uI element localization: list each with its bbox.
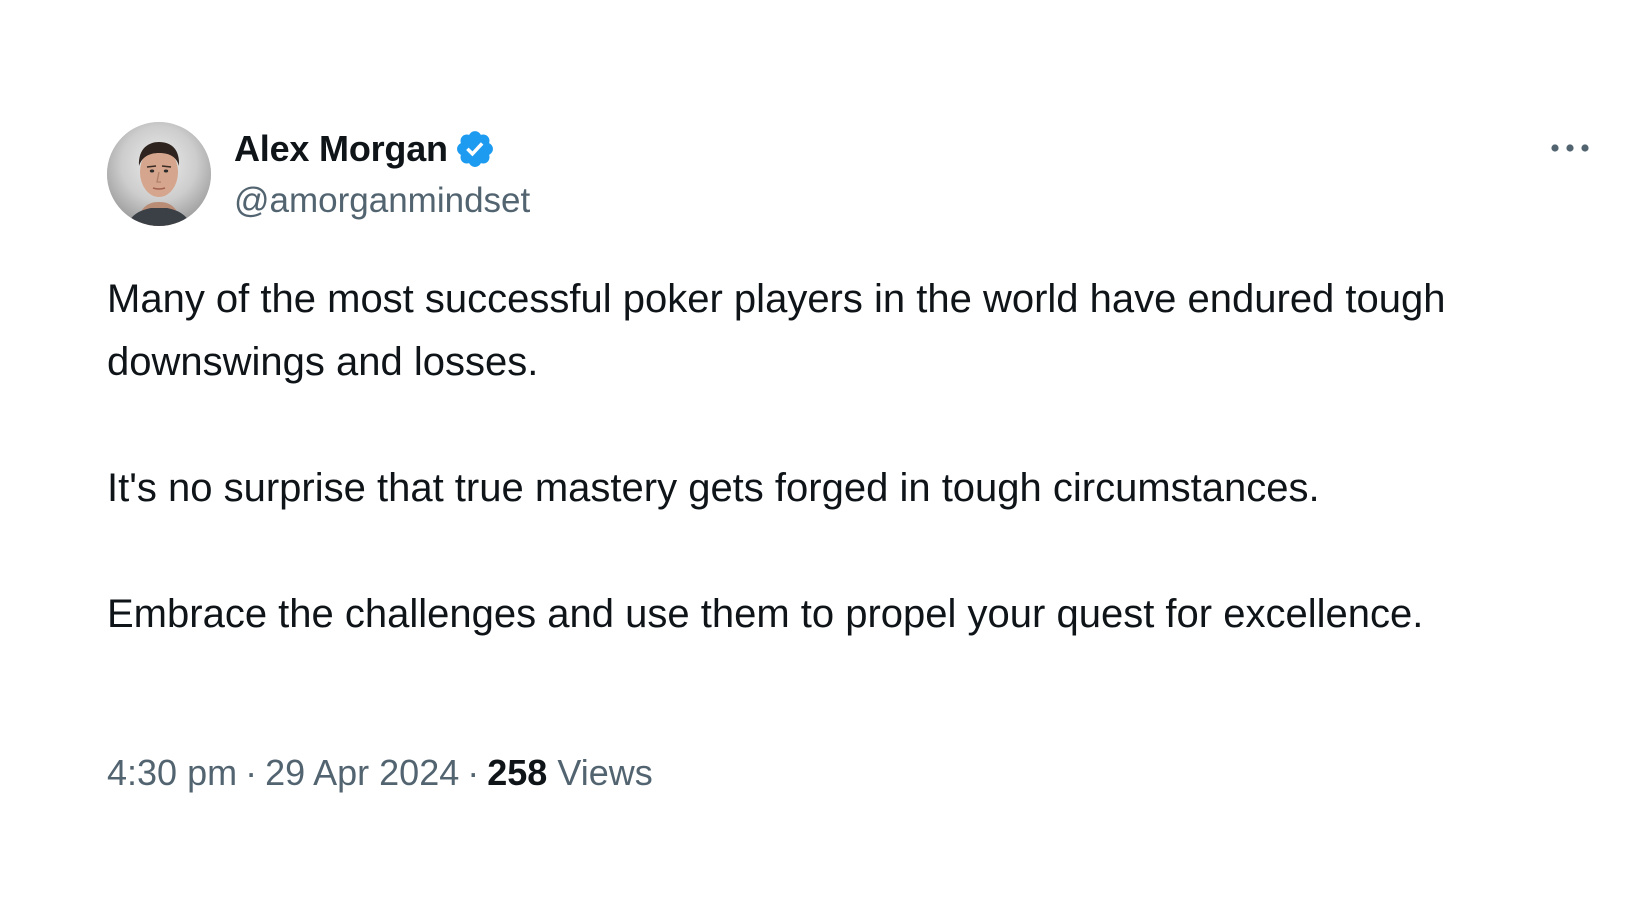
views-label[interactable]: Views: [557, 752, 652, 793]
more-options-button[interactable]: [1546, 130, 1594, 166]
tweet-metadata: 4:30 pm · 29 Apr 2024 · 258 Views: [107, 748, 653, 798]
tweet-card: Alex Morgan @amorganmindset Many of the …: [0, 0, 1640, 924]
meta-separator: ·: [245, 752, 258, 793]
author-display-name[interactable]: Alex Morgan: [234, 124, 448, 174]
tweet-time[interactable]: 4:30 pm: [107, 752, 237, 793]
author-avatar[interactable]: [107, 122, 211, 226]
tweet-date[interactable]: 29 Apr 2024: [265, 752, 459, 793]
avatar-photo: [107, 122, 211, 226]
more-horizontal-icon: [1551, 144, 1589, 152]
author-name-row: Alex Morgan: [234, 124, 496, 174]
tweet-paragraph: It's no surprise that true mastery gets …: [107, 466, 1320, 510]
tweet-body: Many of the most successful poker player…: [107, 268, 1567, 646]
tweet-paragraph: Embrace the challenges and use them to p…: [107, 592, 1424, 636]
views-count[interactable]: 258: [487, 752, 547, 793]
author-handle[interactable]: @amorganmindset: [234, 178, 530, 224]
meta-separator: ·: [467, 752, 480, 793]
verified-badge-icon[interactable]: [454, 128, 496, 170]
tweet-paragraph: Many of the most successful poker player…: [107, 277, 1446, 384]
